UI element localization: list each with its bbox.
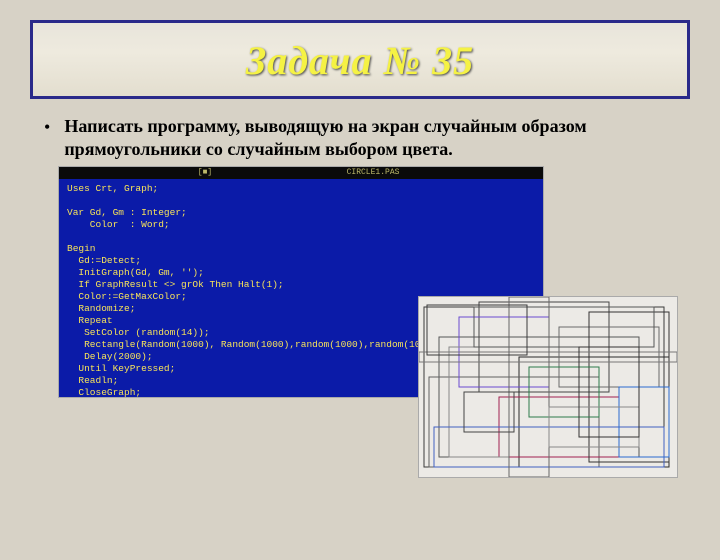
title-box: Задача № 35 <box>30 20 690 99</box>
slide-title: Задача № 35 <box>246 38 474 83</box>
output-image <box>418 296 678 478</box>
editor-titlebar: [■] CIRCLE1.PAS <box>59 167 543 179</box>
task-text: Написать программу, выводящую на экран с… <box>64 115 664 160</box>
content-area: [■] CIRCLE1.PAS Uses Crt, Graph; Var Gd,… <box>58 166 678 476</box>
task-row: • Написать программу, выводящую на экран… <box>44 115 680 160</box>
bullet-char: • <box>44 117 50 138</box>
rectangles-svg <box>419 297 677 477</box>
